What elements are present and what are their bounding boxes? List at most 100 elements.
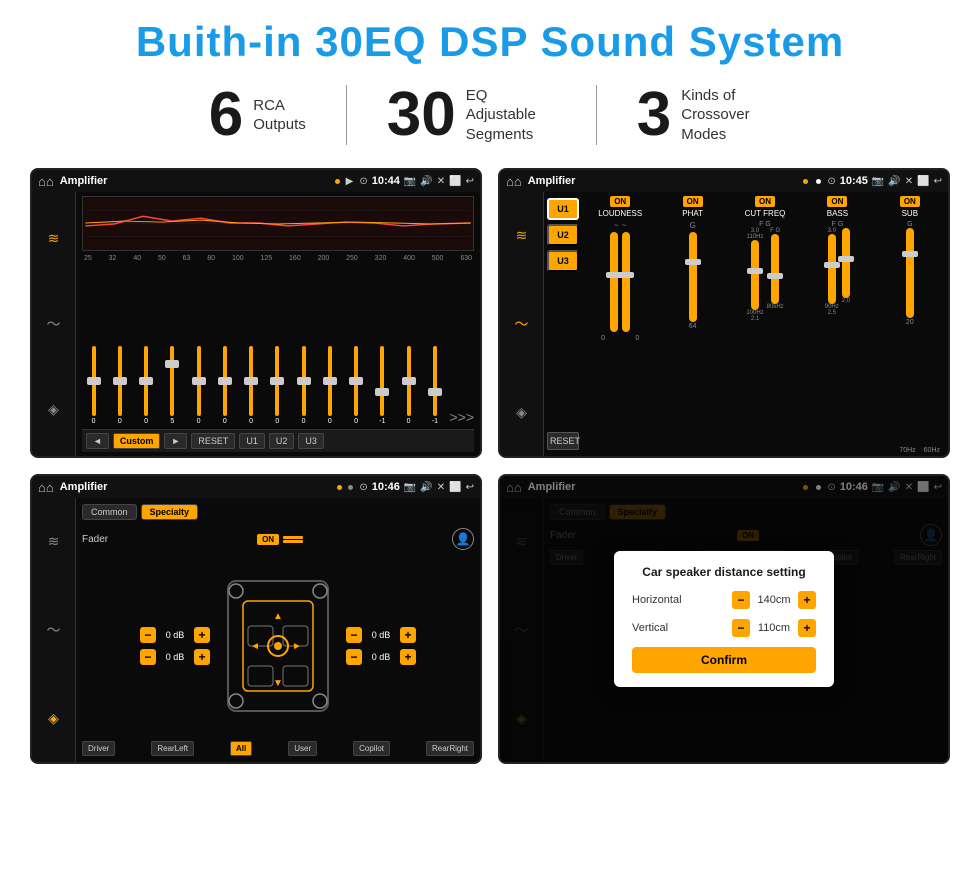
fader-right-plus-2[interactable]: + [400,649,416,665]
eq-slider-thumb-7[interactable] [244,377,258,385]
eq-slider-track-13[interactable] [407,346,411,416]
eq-sidebar-eq-icon[interactable]: ≋ [48,230,60,247]
amp-sub-thumb[interactable] [902,251,918,257]
eq-sidebar-vol-icon[interactable]: ◈ [48,401,59,418]
eq-reset-btn[interactable]: RESET [191,433,235,449]
fader-right-minus-2[interactable]: − [346,649,362,665]
amp-reset-btn[interactable]: RESET [547,432,579,450]
eq-sidebar-wave-icon[interactable]: 〜 [47,314,61,334]
eq-more-icon[interactable]: >>> [450,409,475,425]
fader-on-badge[interactable]: ON [257,534,279,545]
amp-cutfreq-slider-2[interactable] [771,234,779,304]
eq-slider-track-10[interactable] [328,346,332,416]
eq-play-btn[interactable]: ► [164,433,187,449]
amp-cutfreq-on[interactable]: ON [755,196,775,207]
amp-back-icon[interactable]: ↩ [934,176,942,187]
amp-bass-slider-2[interactable] [842,228,850,298]
eq-slider-track-14[interactable] [433,346,437,416]
amp-bass-thumb-1[interactable] [824,262,840,268]
eq-slider-thumb-11[interactable] [349,377,363,385]
eq-slider-track-8[interactable] [275,346,279,416]
eq-slider-thumb-5[interactable] [192,377,206,385]
amp-loudness-on[interactable]: ON [610,196,630,207]
eq-slider-thumb-9[interactable] [297,377,311,385]
fader-left-plus-2[interactable]: + [194,649,210,665]
dialog-vertical-plus[interactable]: + [798,619,816,637]
amp-phat-on[interactable]: ON [683,196,703,207]
eq-custom-btn[interactable]: Custom [113,433,161,449]
fader-copilot-btn[interactable]: Copilot [353,741,390,756]
eq-slider-thumb-14[interactable] [428,388,442,396]
fader-rearleft-btn[interactable]: RearLeft [151,741,194,756]
eq-slider-track-4[interactable] [170,346,174,416]
dialog-confirm-button[interactable]: Confirm [632,647,816,673]
amp-bass-thumb-2[interactable] [838,256,854,262]
eq-slider-track-12[interactable] [380,346,384,416]
fader-left-minus-1[interactable]: − [140,627,156,643]
fader-common-tab[interactable]: Common [82,504,137,520]
fader-right-minus-1[interactable]: − [346,627,362,643]
eq-u1-btn[interactable]: U1 [239,433,265,449]
amp-wave-icon[interactable]: 〜 [515,314,529,334]
fader-sidebar-speaker-icon[interactable]: ◈ [48,710,59,727]
eq-slider-thumb-6[interactable] [218,377,232,385]
fader-all-btn[interactable]: All [230,741,252,756]
dialog-horizontal-plus[interactable]: + [798,591,816,609]
eq-home-icon[interactable]: ⌂ [38,174,54,189]
amp-loudness-slider-2[interactable] [622,232,630,332]
eq-slider-thumb-2[interactable] [113,377,127,385]
dialog-horizontal-minus[interactable]: − [732,591,750,609]
eq-u3-btn[interactable]: U3 [298,433,324,449]
amp-home-icon[interactable]: ⌂ [506,174,522,189]
fader-left-minus-2[interactable]: − [140,649,156,665]
fader-back-icon[interactable]: ↩ [466,482,474,493]
amp-cutfreq-slider-1[interactable] [751,240,759,310]
eq-slider-track-2[interactable] [118,346,122,416]
fader-right-plus-1[interactable]: + [400,627,416,643]
amp-phat-slider[interactable] [689,232,697,322]
fader-sidebar-eq-icon[interactable]: ≋ [48,533,60,550]
fader-left-plus-1[interactable]: + [194,627,210,643]
eq-slider-thumb-12[interactable] [375,388,389,396]
eq-slider-track-1[interactable] [92,346,96,416]
eq-slider-thumb-1[interactable] [87,377,101,385]
eq-slider-thumb-13[interactable] [402,377,416,385]
amp-speaker-icon[interactable]: ◈ [516,404,527,421]
fader-user-btn[interactable]: User [288,741,317,756]
fader-rearright-btn[interactable]: RearRight [426,741,474,756]
dialog-vertical-minus[interactable]: − [732,619,750,637]
amp-sub-slider[interactable] [906,228,914,318]
fader-specialty-tab[interactable]: Specialty [141,504,199,520]
amp-phat-thumb[interactable] [685,259,701,265]
eq-slider-thumb-3[interactable] [139,377,153,385]
amp-u3-preset[interactable]: U3 [547,250,579,272]
amp-eq-icon[interactable]: ≋ [516,227,528,244]
eq-back-icon[interactable]: ↩ [466,176,474,187]
fader-home-icon[interactable]: ⌂ [38,480,54,495]
eq-u2-btn[interactable]: U2 [269,433,295,449]
eq-slider-thumb-8[interactable] [270,377,284,385]
amp-bass-slider-1[interactable] [828,234,836,304]
eq-prev-btn[interactable]: ◄ [86,433,109,449]
fader-sidebar-wave-icon[interactable]: 〜 [47,620,61,640]
fader-driver-btn[interactable]: Driver [82,741,115,756]
amp-cutfreq-thumb-2[interactable] [767,273,783,279]
eq-slider-thumb-4[interactable] [165,360,179,368]
eq-slider-track-9[interactable] [302,346,306,416]
eq-slider-track-7[interactable] [249,346,253,416]
eq-slider-val-3: 0 [144,418,148,425]
amp-bass-on[interactable]: ON [827,196,847,207]
eq-slider-track-11[interactable] [354,346,358,416]
amp-sub-on[interactable]: ON [900,196,920,207]
eq-slider-track-5[interactable] [197,346,201,416]
eq-slider-3: 0 [135,346,158,425]
eq-slider-thumb-10[interactable] [323,377,337,385]
eq-slider-track-6[interactable] [223,346,227,416]
fader-user-icon[interactable]: 👤 [452,528,474,550]
amp-loudness-thumb-2[interactable] [618,272,634,278]
amp-loudness-slider-1[interactable] [610,232,618,332]
amp-u1-preset[interactable]: U1 [547,198,579,220]
amp-cutfreq-thumb-1[interactable] [747,268,763,274]
eq-slider-track-3[interactable] [144,346,148,416]
amp-u2-preset[interactable]: U2 [547,224,579,246]
